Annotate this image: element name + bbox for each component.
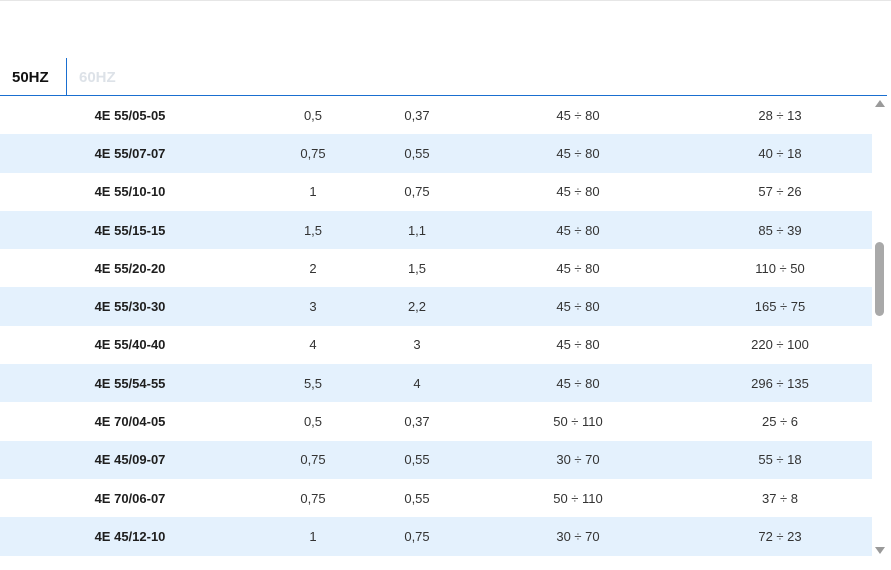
kw-cell: 0,55 [404,452,430,468]
hp-cell: 1 [309,528,317,544]
model-cell: 4E 55/54-55 [94,375,166,391]
vertical-scrollbar[interactable] [872,96,887,558]
hp-cell: 0,5 [303,414,323,430]
frequency-tabs: 50HZ 60HZ [0,58,887,96]
model-cell: 4E 70/04-05 [94,414,166,430]
flow-range-cell: 45 ÷ 80 [556,337,600,353]
kw-cell: 1,5 [407,260,427,276]
hp-cell: 1 [309,184,317,200]
pump-table: 4E 55/05-05 0,5 0,37 45 ÷ 80 28 ÷ 13 4E 55/07… [0,96,872,556]
page: 50HZ 60HZ 4E 55/05-05 0,5 0,37 45 ÷ 80 28 ÷ … [0,0,891,570]
tab-60hz[interactable]: 60HZ [67,58,128,95]
scrollbar-thumb[interactable] [875,242,884,316]
table-row: 4E 55/15-15 1,5 1,1 45 ÷ 80 85 ÷ 39 [0,210,872,250]
head-range-cell: 57 ÷ 26 [758,184,802,200]
head-range-cell: 55 ÷ 18 [758,452,802,468]
flow-range-cell: 30 ÷ 70 [556,528,600,544]
head-range-cell: 37 ÷ 8 [761,490,799,506]
kw-cell: 0,55 [404,490,430,506]
flow-range-cell: 45 ÷ 80 [556,107,600,123]
hp-cell: 3 [309,299,317,315]
head-range-cell: 25 ÷ 6 [761,414,799,430]
model-cell: 4E 55/20-20 [94,260,166,276]
table-row: 4E 55/05-05 0,5 0,37 45 ÷ 80 28 ÷ 13 [0,96,872,135]
table-row: 4E 70/06-07 0,75 0,55 50 ÷ 110 37 ÷ 8 [0,478,872,518]
table-row: 4E 55/30-30 3 2,2 45 ÷ 80 165 ÷ 75 [0,287,872,326]
head-range-cell: 28 ÷ 13 [758,107,802,123]
flow-range-cell: 45 ÷ 80 [556,299,600,315]
table-row: 4E 55/20-20 2 1,5 45 ÷ 80 110 ÷ 50 [0,249,872,288]
head-range-cell: 85 ÷ 39 [758,222,802,238]
top-divider [0,0,891,1]
hp-cell: 0,75 [300,145,326,161]
flow-range-cell: 45 ÷ 80 [556,184,600,200]
model-cell: 4E 45/09-07 [94,452,166,468]
table-row: 4E 55/54-55 5,5 4 45 ÷ 80 296 ÷ 135 [0,364,872,403]
table-row: 4E 55/07-07 0,75 0,55 45 ÷ 80 40 ÷ 18 [0,134,872,173]
hp-cell: 2 [309,260,317,276]
model-cell: 4E 55/40-40 [94,337,166,353]
head-range-cell: 220 ÷ 100 [751,337,809,353]
table-row: 4E 55/10-10 1 0,75 45 ÷ 80 57 ÷ 26 [0,172,872,211]
head-range-cell: 72 ÷ 23 [758,528,802,544]
model-cell: 4E 45/12-10 [94,528,166,544]
flow-range-cell: 50 ÷ 110 [553,490,603,506]
kw-cell: 4 [413,375,421,391]
flow-range-cell: 45 ÷ 80 [556,375,600,391]
kw-cell: 2,2 [407,299,427,315]
hp-cell: 0,75 [300,452,326,468]
kw-cell: 3 [413,337,421,353]
model-cell: 4E 55/10-10 [94,184,166,200]
flow-range-cell: 45 ÷ 80 [556,260,600,276]
table-row: 4E 45/12-10 1 0,75 30 ÷ 70 72 ÷ 23 [0,517,872,556]
kw-cell: 0,75 [404,184,430,200]
kw-cell: 1,1 [407,222,427,238]
model-cell: 4E 55/05-05 [94,107,166,123]
flow-range-cell: 30 ÷ 70 [556,452,600,468]
hp-cell: 0,5 [303,107,323,123]
head-range-cell: 40 ÷ 18 [758,145,802,161]
model-cell: 4E 70/06-07 [94,490,166,506]
head-range-cell: 165 ÷ 75 [754,299,806,315]
table-row: 4E 55/40-40 4 3 45 ÷ 80 220 ÷ 100 [0,325,872,365]
model-cell: 4E 55/30-30 [94,299,166,315]
scroll-down-arrow-icon[interactable] [875,547,885,554]
kw-cell: 0,37 [404,414,430,430]
kw-cell: 0,75 [404,528,430,544]
head-range-cell: 110 ÷ 50 [755,260,805,276]
table-row: 4E 70/04-05 0,5 0,37 50 ÷ 110 25 ÷ 6 [0,402,872,441]
hp-cell: 1,5 [303,222,323,238]
model-cell: 4E 55/07-07 [94,145,166,161]
kw-cell: 0,55 [404,145,430,161]
kw-cell: 0,37 [404,107,430,123]
flow-range-cell: 50 ÷ 110 [553,414,603,430]
hp-cell: 4 [309,337,317,353]
tab-50hz[interactable]: 50HZ [0,58,67,95]
hp-cell: 0,75 [300,490,326,506]
scroll-up-arrow-icon[interactable] [875,100,885,107]
table-row: 4E 45/09-07 0,75 0,55 30 ÷ 70 55 ÷ 18 [0,440,872,479]
head-range-cell: 296 ÷ 135 [751,375,809,391]
flow-range-cell: 45 ÷ 80 [556,145,600,161]
model-cell: 4E 55/15-15 [94,222,166,238]
flow-range-cell: 45 ÷ 80 [556,222,600,238]
hp-cell: 5,5 [303,375,323,391]
